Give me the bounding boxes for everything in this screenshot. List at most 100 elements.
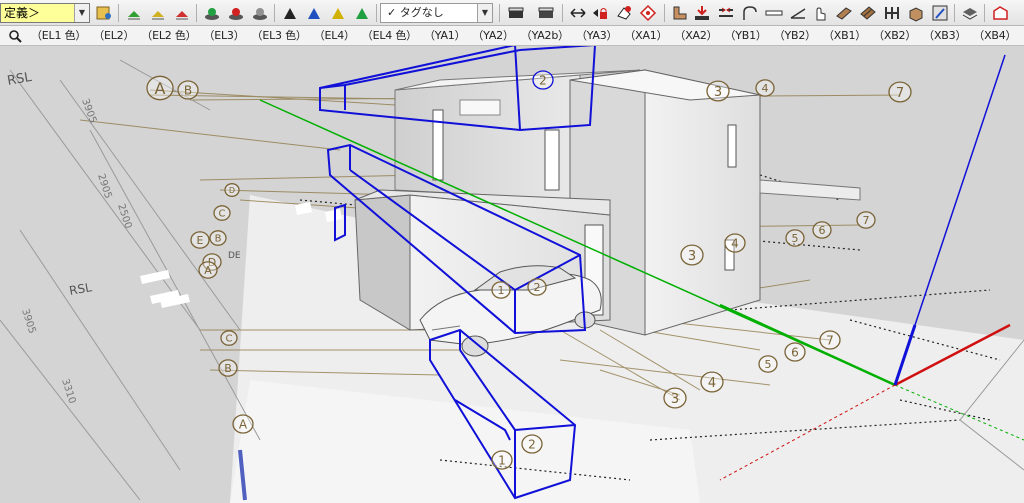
scene-tab[interactable]: （XB1） [822, 26, 867, 45]
grid-bubble-label: 4 [731, 237, 739, 251]
section-plane-icon[interactable] [990, 3, 1010, 23]
scene-camera-icon[interactable] [506, 3, 526, 23]
check-icon: ✓ [387, 6, 397, 19]
scene-tab[interactable]: （XB3） [922, 26, 967, 45]
search-icon[interactable] [0, 26, 30, 45]
layer-up-yellow-icon[interactable] [148, 3, 168, 23]
stamp-red-icon[interactable] [226, 3, 246, 23]
grid-bubble-label: B [215, 234, 222, 245]
main-toolbar: 定義＞ ▼ ✓ タグなし ▼ [0, 0, 1024, 26]
model-viewport[interactable]: 3905 2905 2500 3905 3310 RSL RSL DE 3 4 … [0, 46, 1024, 503]
diamond-marker-icon[interactable] [638, 3, 658, 23]
tag-definition-label: 定義＞ [4, 6, 41, 20]
grid-bubble-label: E [197, 234, 204, 247]
grid-bubble-label: C [219, 209, 226, 220]
grid-bubble-label: 3 [671, 392, 679, 407]
hand-pointer-icon[interactable] [810, 3, 830, 23]
layer-up-green-icon[interactable] [124, 3, 144, 23]
grid-bubble: 1 [491, 281, 511, 299]
component-box-icon[interactable] [906, 3, 926, 23]
grid-bubble: 3 [680, 244, 704, 266]
layer-up-red-icon[interactable] [172, 3, 192, 23]
grid-bubble-label: 5 [792, 232, 799, 245]
layers-stack-icon[interactable] [960, 3, 980, 23]
grid-bubble: 7 [856, 211, 876, 229]
scene-tab[interactable]: （YA3） [575, 26, 618, 45]
grid-bubble: B [209, 230, 227, 246]
scene-tab[interactable]: （EL3） [202, 26, 245, 45]
toolbar-separator [196, 4, 197, 22]
grid-bubble: E [190, 231, 210, 249]
grid-bubble: 2 [532, 70, 554, 90]
scene-tab[interactable]: （EL2 色） [140, 26, 197, 45]
grid-bubble: 1 [491, 450, 513, 470]
scene-tab[interactable]: （YB2） [773, 26, 817, 45]
stamp-grey-icon[interactable] [250, 3, 270, 23]
grid-bubble: 6 [784, 342, 806, 362]
grid-bubble-label: 2 [528, 438, 536, 452]
grid-bubble-label: A [204, 264, 212, 277]
grid-bubble: 2 [527, 278, 547, 296]
grid-bubble-label: 3 [688, 249, 696, 264]
arc-icon[interactable] [740, 3, 760, 23]
grid-bubble-label: 1 [498, 454, 506, 468]
grid-bubble: 4 [724, 233, 746, 253]
pen-black-icon[interactable] [280, 3, 300, 23]
scene-tab[interactable]: （EL1 色） [30, 26, 87, 45]
scene-tab[interactable]: （YA2） [471, 26, 514, 45]
grid-bubble: B [218, 359, 238, 377]
tag-definition-dropdown[interactable]: 定義＞ ▼ [0, 3, 90, 23]
grid-bubble-label: C [226, 334, 233, 345]
grid-bubble-label: 5 [765, 358, 772, 371]
scene-tab[interactable]: （XA2） [673, 26, 718, 45]
grid-bubble: 3 [663, 387, 687, 409]
grid-bubble: 5 [785, 229, 805, 247]
beam-icon[interactable] [764, 3, 784, 23]
lock-icon[interactable] [590, 3, 610, 23]
grid-bubble-label: 1 [498, 284, 505, 297]
grid-bubble: 7 [819, 330, 841, 350]
tag-filter-label: タグなし [399, 6, 444, 19]
scene-tab[interactable]: （XB2） [872, 26, 917, 45]
chevron-down-icon[interactable]: ▼ [74, 4, 89, 22]
chevron-down-icon[interactable]: ▼ [477, 4, 492, 22]
move-arrows-icon[interactable] [568, 3, 588, 23]
grid-bubble-label: 6 [791, 346, 799, 360]
panel-icon[interactable] [858, 3, 878, 23]
pen-yellow-icon[interactable] [328, 3, 348, 23]
scene-tab[interactable]: （XB4） [972, 26, 1017, 45]
pen-green-icon[interactable] [352, 3, 372, 23]
split-wall-icon[interactable] [716, 3, 736, 23]
tag-manager-icon[interactable] [94, 3, 114, 23]
grid-bubble-label: 6 [819, 224, 826, 237]
grid-bubble: 4 [755, 79, 775, 97]
scene-tab[interactable]: （EL4 色） [361, 26, 418, 45]
tag-filter-select[interactable]: ✓ タグなし ▼ [380, 3, 493, 23]
scene-update-icon[interactable] [536, 3, 556, 23]
grid-bubble: C [220, 330, 238, 346]
column-row-icon[interactable] [882, 3, 902, 23]
scene-tab[interactable]: （EL2） [92, 26, 135, 45]
grid-bubble-label: 7 [826, 334, 834, 348]
toolbar-separator [376, 4, 377, 22]
grid-bubble: 2 [521, 434, 543, 454]
floor-drop-icon[interactable] [692, 3, 712, 23]
scene-tab[interactable]: （YA1） [423, 26, 466, 45]
grid-bubble-label: 4 [762, 82, 769, 95]
grid-bubble-label: B [224, 362, 232, 375]
scene-tab[interactable]: （XA1） [623, 26, 668, 45]
lumber-icon[interactable] [834, 3, 854, 23]
wall-corner-icon[interactable] [670, 3, 690, 23]
pen-blue-icon[interactable] [304, 3, 324, 23]
grid-bubble: 4 [700, 371, 724, 393]
scene-tab[interactable]: （YA2b） [520, 26, 570, 45]
edit-pencil-icon[interactable] [930, 3, 950, 23]
eraser-tag-icon[interactable] [614, 3, 634, 23]
scene-tab[interactable]: （EL3 色） [251, 26, 308, 45]
model-canvas[interactable]: 3905 2905 2500 3905 3310 RSL RSL DE 3456… [0, 46, 1024, 503]
grid-bubble-label: 2 [534, 281, 541, 294]
scene-tab[interactable]: （EL4） [313, 26, 356, 45]
angle-line-icon[interactable] [788, 3, 808, 23]
scene-tab[interactable]: （YB1） [723, 26, 767, 45]
stamp-green-icon[interactable] [202, 3, 222, 23]
